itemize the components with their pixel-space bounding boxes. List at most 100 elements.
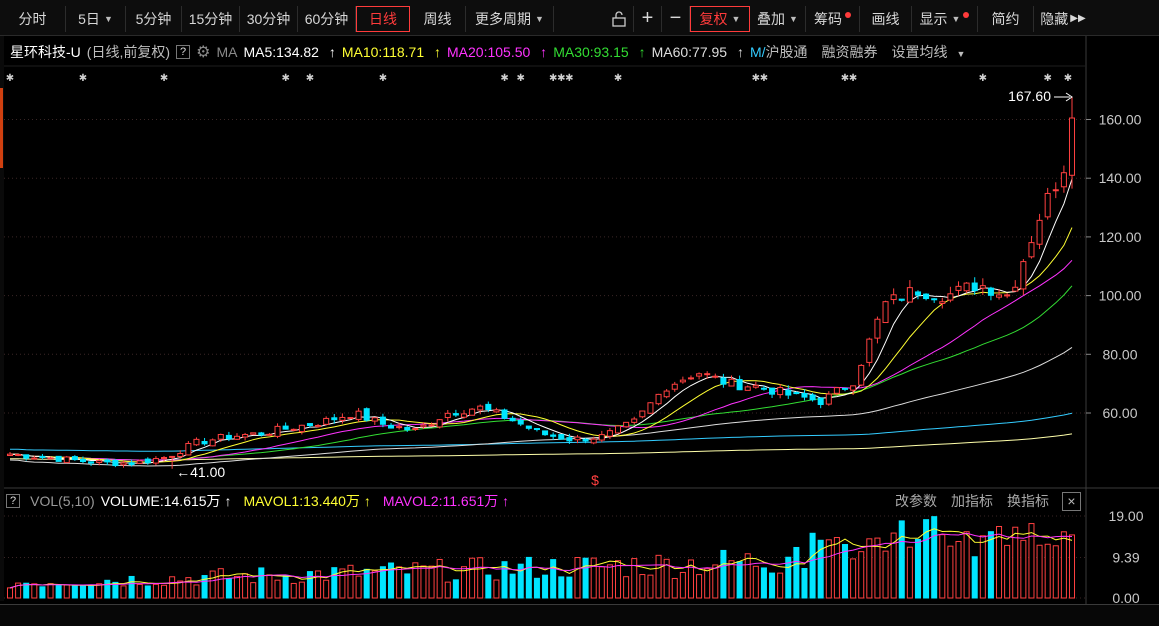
candle-down (720, 377, 727, 385)
volume-bar-up (290, 582, 297, 599)
candle-up (728, 378, 735, 387)
volume-bar-down (898, 520, 905, 599)
candle-down (550, 434, 557, 437)
volume-bar-down (760, 567, 767, 599)
add-indicator-link[interactable]: 加指标 (951, 491, 993, 511)
low-price-label: ←41.00 (176, 464, 225, 480)
switch-indicator-link[interactable]: 换指标 (1007, 491, 1049, 511)
volume-bar-down (720, 549, 727, 599)
candle-up (355, 410, 362, 420)
volume-bar-up (6, 587, 14, 599)
volume-bar-down (793, 546, 800, 599)
ma10-line (9, 227, 1073, 463)
candle-down (306, 423, 313, 427)
volume-bar-up (833, 537, 840, 599)
volume-bar-up (371, 570, 378, 599)
volume-bar-up (1028, 523, 1035, 599)
candle-up (696, 373, 703, 377)
volume-bar-up (728, 560, 735, 599)
candle-down (923, 293, 930, 300)
candle-down (39, 455, 46, 459)
candle-down (987, 287, 994, 296)
candle-down (71, 456, 78, 461)
volume-bar-down (533, 577, 540, 599)
volume-bar-up (598, 566, 605, 599)
event-marker-icon: ✱ (1043, 73, 1051, 84)
volume-bar-up (671, 577, 678, 599)
candle-up (963, 282, 970, 292)
volume-tick-label: 9.39 (1112, 549, 1139, 565)
volume-bar-up (777, 572, 784, 599)
price-tick-label: 100.00 (1099, 288, 1142, 304)
candle-down (898, 298, 905, 301)
candle-up (712, 375, 719, 378)
candle-up (866, 338, 873, 363)
volume-bar-down (23, 582, 30, 599)
candle-up (63, 456, 70, 464)
candle-up (31, 457, 38, 460)
mavol1-value: MAVOL1:13.440万 ↑ (243, 493, 371, 509)
volume-bar-down (971, 556, 978, 599)
candle-up (979, 285, 986, 289)
volume-bar-up (979, 535, 986, 599)
volume-bar-up (639, 574, 646, 599)
candle-up (396, 426, 403, 429)
candle-up (704, 373, 711, 376)
volume-bar-up (298, 581, 305, 599)
time-axis[interactable] (0, 604, 1159, 626)
candle-up (1052, 189, 1059, 192)
candle-up (671, 383, 678, 390)
candle-down (841, 387, 849, 390)
candle-up (1036, 219, 1043, 245)
candle-up (6, 453, 14, 457)
candle-up (647, 402, 654, 414)
candle-up (323, 417, 330, 425)
candle-up (315, 424, 322, 428)
volume-bar-up (460, 566, 467, 599)
volume-bar-up (1060, 531, 1067, 599)
volume-bar-up (1068, 534, 1076, 599)
candle-up (639, 410, 646, 418)
price-tick-label: 80.00 (1102, 346, 1137, 362)
volume-bar-up (469, 557, 476, 599)
volume-bar-down (388, 562, 395, 599)
event-marker-icon: ✱ (160, 73, 168, 84)
candle-up (606, 430, 613, 437)
candle-up (679, 379, 686, 383)
volume-bar-up (752, 565, 759, 599)
candle-down (801, 393, 808, 398)
candle-up (217, 434, 224, 440)
event-marker-icon: ✱ (1064, 73, 1072, 84)
price-tick-label: 140.00 (1099, 170, 1142, 186)
volume-bar-down (736, 561, 743, 599)
volume-bar-up (493, 579, 500, 599)
candle-down (769, 387, 776, 395)
close-icon[interactable]: × (1062, 491, 1081, 511)
candle-up (242, 434, 249, 438)
change-params-link[interactable]: 改参数 (895, 491, 937, 511)
volume-bar-down (258, 567, 265, 599)
volume-bar-up (96, 583, 103, 599)
volume-bar-down (558, 576, 565, 599)
kline-chart[interactable]: 160.00140.00120.00100.0080.0060.0019.009… (0, 0, 1159, 626)
volume-bar-down (79, 585, 86, 599)
event-marker-icon: ✱ (979, 73, 987, 84)
candle-up (185, 442, 192, 456)
scroll-indicator (0, 88, 3, 168)
volume-bar-up (704, 568, 711, 599)
candle-down (566, 437, 573, 442)
candle-up (193, 438, 200, 446)
candle-down (525, 425, 532, 429)
candle-up (161, 457, 168, 460)
candle-up (274, 425, 281, 437)
volume-help-button[interactable]: ? (6, 494, 21, 508)
volume-bar-up (1052, 545, 1059, 599)
candle-up (906, 287, 913, 303)
candle-down (817, 397, 824, 406)
volume-indicator-name: VOL(5,10) (30, 493, 95, 509)
candle-up (233, 435, 241, 440)
volume-bar-down (809, 532, 816, 599)
volume-bar-up (939, 534, 946, 599)
candle-up (1004, 294, 1011, 297)
candle-down (79, 458, 86, 463)
